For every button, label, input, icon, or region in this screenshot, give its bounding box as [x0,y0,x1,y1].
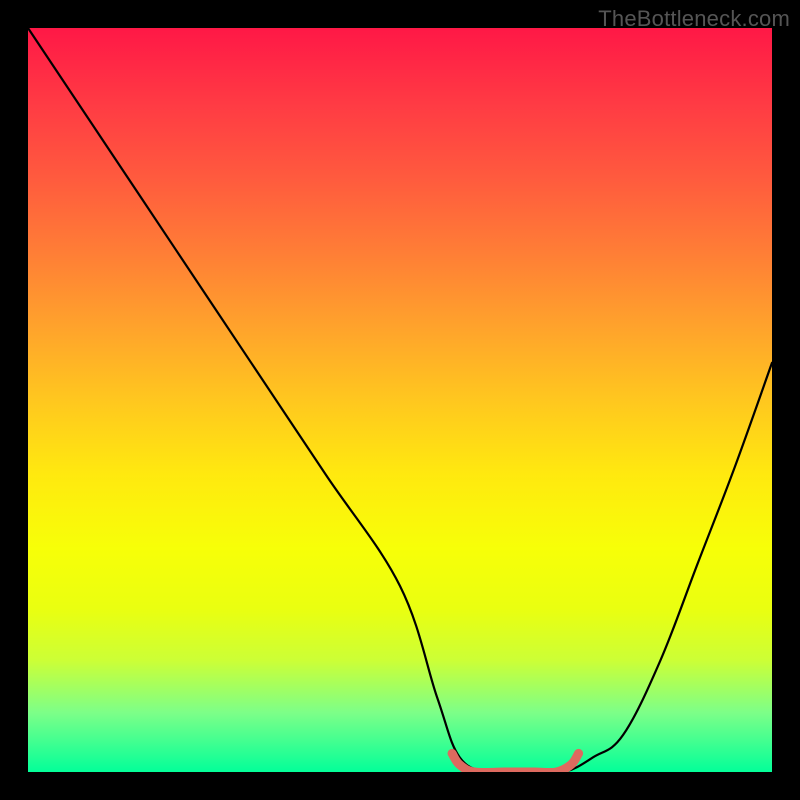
watermark-label: TheBottleneck.com [598,6,790,32]
main-curve [28,28,772,772]
chart-outer-frame: TheBottleneck.com [0,0,800,800]
optimal-marker [452,753,578,772]
chart-plot-area [28,28,772,772]
chart-svg [28,28,772,772]
